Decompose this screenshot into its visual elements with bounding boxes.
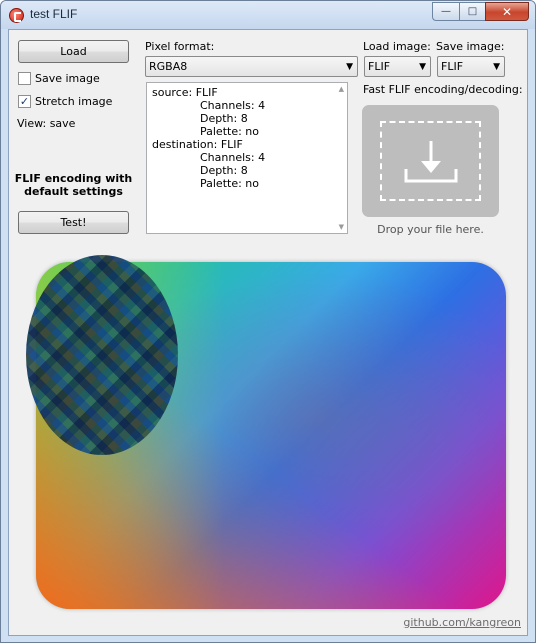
github-link[interactable]: github.com/kangreon	[403, 616, 521, 629]
test-button[interactable]: Test!	[18, 211, 129, 234]
test-button-label: Test!	[60, 216, 87, 229]
stretch-image-checkbox-label: Stretch image	[35, 95, 113, 108]
view-label: View: save	[17, 117, 76, 130]
save-image-value: FLIF	[441, 60, 464, 73]
load-button[interactable]: Load	[18, 40, 129, 63]
window-controls: — □ ✕	[432, 2, 529, 21]
chevron-down-icon: ▼	[419, 62, 426, 72]
chevron-down-icon: ▼	[346, 62, 353, 72]
info-dest-depth: Depth: 8	[200, 164, 248, 177]
info-dest-palette: Palette: no	[200, 177, 260, 190]
load-image-value: FLIF	[368, 60, 391, 73]
checkmark-icon: ✓	[19, 95, 30, 108]
title-bar[interactable]: test FLIF — □ ✕	[1, 1, 535, 29]
pixel-format-select[interactable]: RGBA8 ▼	[145, 56, 358, 77]
save-image-checkbox-box[interactable]	[18, 72, 31, 85]
app-window: test FLIF — □ ✕ Load Save image ✓ Stretc…	[0, 0, 536, 643]
minimize-button[interactable]: —	[432, 2, 459, 21]
scroll-down-icon[interactable]: ▼	[339, 223, 344, 231]
info-dest-channels: Channels: 4	[200, 151, 266, 164]
stretch-image-checkbox[interactable]: ✓ Stretch image	[18, 95, 112, 108]
stretch-image-checkbox-box[interactable]: ✓	[18, 95, 31, 108]
info-source-depth: Depth: 8	[200, 112, 248, 125]
encoding-info-line1: FLIF encoding with	[14, 172, 133, 185]
dropzone-caption-top: Fast FLIF encoding/decoding:	[363, 83, 523, 96]
scroll-up-icon[interactable]: ▲	[339, 85, 344, 93]
close-icon: ✕	[501, 4, 513, 19]
info-source-channels: Channels: 4	[200, 99, 266, 112]
download-arrow-icon	[404, 141, 458, 183]
save-image-select[interactable]: FLIF ▼	[437, 56, 505, 77]
overlay-pattern-image	[26, 255, 178, 455]
save-image-checkbox[interactable]: Save image	[18, 72, 100, 85]
encoding-info-line2: default settings	[24, 185, 123, 198]
app-logo-icon	[9, 8, 24, 23]
save-image-format-label: Save image:	[436, 40, 505, 53]
load-image-label: Load image:	[363, 40, 431, 53]
maximize-icon: □	[467, 6, 478, 17]
close-button[interactable]: ✕	[485, 2, 529, 21]
client-area: Load Save image ✓ Stretch image View: sa…	[8, 29, 528, 636]
chevron-down-icon: ▼	[493, 62, 500, 72]
minimize-icon: —	[441, 6, 451, 17]
info-source-palette: Palette: no	[200, 125, 260, 138]
info-destination: destination: FLIF	[152, 138, 243, 151]
pixel-format-label: Pixel format:	[145, 40, 215, 53]
file-dropzone[interactable]	[362, 105, 499, 217]
maximize-button[interactable]: □	[459, 2, 485, 21]
info-source: source: FLIF	[152, 86, 218, 99]
info-textarea[interactable]: source: FLIF Channels: 4 Depth: 8 Palett…	[146, 82, 348, 234]
save-image-checkbox-label: Save image	[35, 72, 100, 85]
load-button-label: Load	[60, 45, 87, 58]
dropzone-caption-bottom: Drop your file here.	[377, 223, 484, 236]
load-image-select[interactable]: FLIF ▼	[364, 56, 431, 77]
window-title: test FLIF	[30, 7, 78, 21]
pixel-format-value: RGBA8	[149, 60, 188, 73]
